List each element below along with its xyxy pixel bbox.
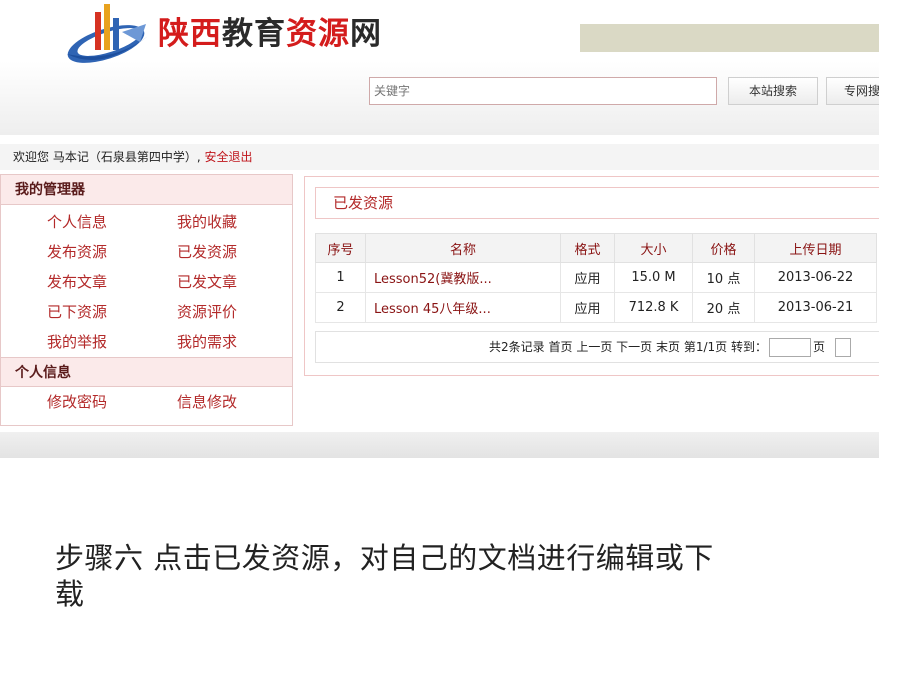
- logout-link[interactable]: 安全退出: [205, 150, 253, 164]
- sidebar-section-title: 个人信息: [1, 357, 292, 387]
- row-index: 1: [315, 262, 366, 293]
- sidebar-menu: 个人信息 我的收藏 发布资源 已发资源 发布文章 已发文章 已下资源 资源评价 …: [1, 205, 292, 357]
- tab-published-resources[interactable]: 已发资源: [315, 187, 879, 219]
- jump-go-button[interactable]: [835, 338, 852, 357]
- sidebar: 我的管理器 个人信息 我的收藏 发布资源 已发资源 发布文章 已发文章 已下资源…: [0, 174, 293, 426]
- user-name: 马本记: [52, 150, 89, 164]
- column-header: 名称: [365, 233, 561, 263]
- sidebar-item-reviews[interactable]: 资源评价: [177, 297, 307, 327]
- site-title: 陕西教育资源网: [158, 8, 382, 53]
- jump-label: 转到：: [731, 340, 768, 354]
- resource-price: 10 点: [692, 262, 755, 293]
- main-panel: 已发资源 序号 名称 格式 大小 价格 上传日期 1 Lesson52(冀教版.…: [304, 176, 879, 376]
- first-page-link[interactable]: 首页: [548, 340, 572, 354]
- sidebar-item-profile[interactable]: 个人信息: [47, 207, 177, 237]
- caption-line: 步骤六 点击已发资源，对自己的文档进行编辑或下: [55, 541, 714, 575]
- column-header: 序号: [315, 233, 366, 263]
- swoosh-logo-icon: [67, 4, 148, 63]
- sidebar-item-downloaded[interactable]: 已下资源: [47, 297, 177, 327]
- table-row: 1 Lesson52(冀教版... 应用 15.0 M 10 点 2013-06…: [315, 262, 877, 293]
- record-count: 共2条记录: [489, 340, 545, 354]
- title-part: 网: [350, 16, 382, 52]
- resource-size: 712.8 K: [614, 292, 693, 323]
- table-row: 2 Lesson 45八年级... 应用 712.8 K 20 点 2013-0…: [315, 292, 877, 323]
- step-caption: 步骤六 点击已发资源，对自己的文档进行编辑或下 载: [55, 540, 835, 612]
- footer-bar: [0, 432, 879, 458]
- screenshot-frame: 陕西教育资源网 本站搜索 专网搜 欢迎您 马本记（石泉县第四中学）, 安全退出 …: [0, 0, 879, 458]
- pagination-bar: 共2条记录 首页 上一页 下一页 末页 第1/1页 转到： 页: [315, 331, 879, 363]
- column-header: 格式: [560, 233, 615, 263]
- resource-format: 应用: [560, 262, 615, 293]
- user-school: （石泉县第四中学）,: [88, 150, 201, 164]
- welcome-text: 欢迎您: [13, 150, 53, 164]
- page-unit-label: 页: [813, 340, 826, 354]
- sidebar-item-publish-article[interactable]: 发布文章: [47, 267, 177, 297]
- next-page-link[interactable]: 下一页: [616, 340, 652, 354]
- sidebar-item-published-articles[interactable]: 已发文章: [177, 267, 307, 297]
- sidebar-item-published-resources[interactable]: 已发资源: [177, 237, 307, 267]
- title-part: 教育: [222, 16, 286, 52]
- resource-name-link[interactable]: Lesson 45八年级...: [365, 292, 561, 323]
- column-header: 上传日期: [754, 233, 877, 263]
- resource-date: 2013-06-21: [754, 292, 877, 323]
- table-header-row: 序号 名称 格式 大小 价格 上传日期: [315, 233, 877, 263]
- site-header: 陕西教育资源网 本站搜索 专网搜: [0, 0, 879, 135]
- resource-price: 20 点: [692, 292, 755, 323]
- site-search-button[interactable]: 本站搜索: [728, 77, 818, 105]
- title-part: 资源: [286, 16, 350, 52]
- page-indicator: 第1/1页: [683, 340, 728, 354]
- sidebar-section-title: 我的管理器: [1, 175, 292, 205]
- sidebar-item-needs[interactable]: 我的需求: [177, 327, 307, 357]
- row-index: 2: [315, 292, 366, 323]
- sidebar-menu: 修改密码 信息修改: [1, 387, 292, 417]
- sidebar-item-publish-resource[interactable]: 发布资源: [47, 237, 177, 267]
- column-header: 大小: [614, 233, 693, 263]
- resource-table: 序号 名称 格式 大小 价格 上传日期 1 Lesson52(冀教版... 应用…: [315, 233, 877, 323]
- title-part: 陕西: [158, 16, 222, 52]
- prev-page-link[interactable]: 上一页: [576, 340, 612, 354]
- last-page-link[interactable]: 末页: [656, 340, 680, 354]
- column-header: 价格: [692, 233, 755, 263]
- sidebar-item-favorites[interactable]: 我的收藏: [177, 207, 307, 237]
- search-input[interactable]: [369, 77, 717, 105]
- welcome-bar: 欢迎您 马本记（石泉县第四中学）, 安全退出: [0, 144, 879, 170]
- resource-size: 15.0 M: [614, 262, 693, 293]
- sidebar-item-reports[interactable]: 我的举报: [47, 327, 177, 357]
- network-search-button[interactable]: 专网搜: [826, 77, 879, 105]
- resource-name-link[interactable]: Lesson52(冀教版...: [365, 262, 561, 293]
- resource-date: 2013-06-22: [754, 262, 877, 293]
- caption-line: 载: [55, 577, 85, 611]
- resource-format: 应用: [560, 292, 615, 323]
- sidebar-item-change-password[interactable]: 修改密码: [47, 387, 177, 417]
- sidebar-item-edit-info[interactable]: 信息修改: [177, 387, 307, 417]
- header-banner: [580, 24, 879, 52]
- page-jump-input[interactable]: [769, 338, 812, 357]
